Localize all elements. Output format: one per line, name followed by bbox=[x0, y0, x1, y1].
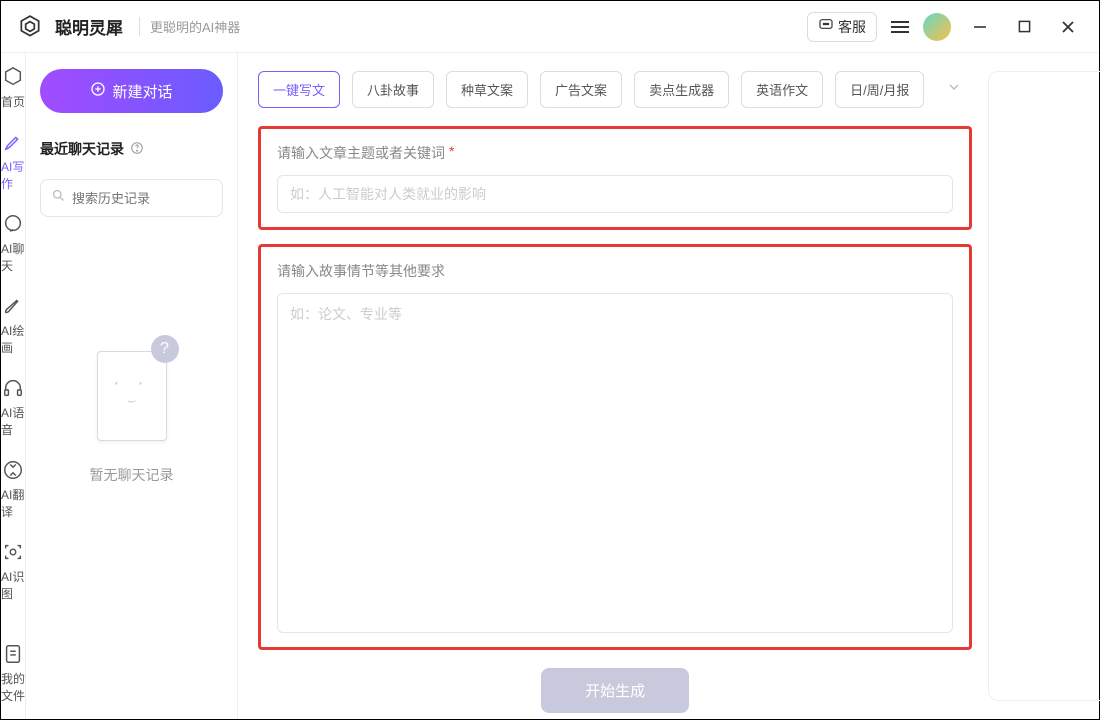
search-icon bbox=[51, 188, 66, 208]
requirements-textarea[interactable] bbox=[277, 293, 953, 633]
home-icon bbox=[1, 65, 25, 89]
empty-label: 暂无聊天记录 bbox=[90, 465, 174, 485]
maximize-button[interactable] bbox=[1009, 12, 1039, 42]
search-box[interactable] bbox=[40, 179, 223, 217]
requirements-field-block: 请输入故事情节等其他要求 bbox=[258, 244, 972, 650]
required-star: * bbox=[449, 143, 454, 163]
plus-icon bbox=[90, 81, 106, 101]
template-pills: 一键写文 八卦故事 种草文案 广告文案 卖点生成器 英语作文 日/周/月报 bbox=[258, 71, 972, 108]
new-chat-label: 新建对话 bbox=[112, 81, 172, 102]
app-logo-icon bbox=[17, 14, 43, 40]
nav-label: 我的文件 bbox=[1, 670, 25, 704]
pen-icon bbox=[1, 130, 25, 154]
topic-input[interactable] bbox=[277, 175, 953, 213]
chat-icon bbox=[1, 212, 25, 236]
nav-label: AI识图 bbox=[1, 568, 25, 602]
chat-bubble-icon bbox=[818, 17, 834, 36]
kefu-label: 客服 bbox=[838, 17, 866, 37]
file-icon bbox=[1, 642, 25, 666]
question-icon[interactable] bbox=[130, 141, 144, 158]
customer-service-button[interactable]: 客服 bbox=[807, 12, 877, 42]
chat-history-panel: 新建对话 最近聊天记录 ? 暂无聊天记录 bbox=[26, 53, 238, 719]
empty-history: ? 暂无聊天记录 bbox=[40, 337, 223, 485]
nav-ai-voice[interactable]: AI语音 bbox=[1, 376, 25, 438]
topic-label: 请输入文章主题或者关键词 * bbox=[277, 143, 953, 163]
nav-ai-translate[interactable]: AI翻译 bbox=[1, 458, 25, 520]
generate-button[interactable]: 开始生成 bbox=[541, 668, 689, 713]
avatar[interactable] bbox=[923, 13, 951, 41]
translate-icon bbox=[1, 458, 25, 482]
menu-icon[interactable] bbox=[891, 21, 909, 33]
pill-onekey-write[interactable]: 一键写文 bbox=[258, 71, 340, 108]
requirements-label: 请输入故事情节等其他要求 bbox=[277, 261, 953, 281]
close-button[interactable] bbox=[1053, 12, 1083, 42]
nav-label: AI翻译 bbox=[1, 486, 25, 520]
pill-report[interactable]: 日/周/月报 bbox=[835, 71, 924, 108]
recent-chat-heading: 最近聊天记录 bbox=[40, 139, 223, 159]
nav-label: AI语音 bbox=[1, 404, 25, 438]
nav-label: 首页 bbox=[1, 93, 25, 110]
pill-english-essay[interactable]: 英语作文 bbox=[741, 71, 823, 108]
nav-ai-vision[interactable]: AI识图 bbox=[1, 540, 25, 602]
headset-icon bbox=[1, 376, 25, 400]
brush-icon bbox=[1, 294, 25, 318]
vision-icon bbox=[1, 540, 25, 564]
minimize-button[interactable] bbox=[965, 12, 995, 42]
pill-seed-copy[interactable]: 种草文案 bbox=[446, 71, 528, 108]
pill-selling-point[interactable]: 卖点生成器 bbox=[634, 71, 729, 108]
topic-field-block: 请输入文章主题或者关键词 * bbox=[258, 126, 972, 230]
empty-illustration: ? bbox=[87, 337, 177, 447]
nav-home[interactable]: 首页 bbox=[1, 65, 25, 110]
nav-my-files[interactable]: 我的文件 bbox=[1, 642, 25, 704]
app-subtitle: 更聪明的AI神器 bbox=[139, 17, 240, 36]
nav-ai-draw[interactable]: AI绘画 bbox=[1, 294, 25, 356]
nav-label: AI聊天 bbox=[1, 240, 25, 274]
nav-ai-chat[interactable]: AI聊天 bbox=[1, 212, 25, 274]
pill-gossip-story[interactable]: 八卦故事 bbox=[352, 71, 434, 108]
output-panel bbox=[988, 71, 1100, 701]
nav-rail: 首页 AI写作 AI聊天 AI绘画 AI语音 AI翻译 AI识图 我 bbox=[1, 53, 26, 719]
chevron-down-icon[interactable] bbox=[936, 75, 972, 104]
search-input[interactable] bbox=[72, 191, 248, 206]
nav-ai-writing[interactable]: AI写作 bbox=[1, 130, 25, 192]
nav-label: AI绘画 bbox=[1, 322, 25, 356]
nav-label: AI写作 bbox=[1, 158, 25, 192]
pill-ad-copy[interactable]: 广告文案 bbox=[540, 71, 622, 108]
new-chat-button[interactable]: 新建对话 bbox=[40, 69, 223, 113]
app-title: 聪明灵犀 bbox=[55, 14, 123, 39]
